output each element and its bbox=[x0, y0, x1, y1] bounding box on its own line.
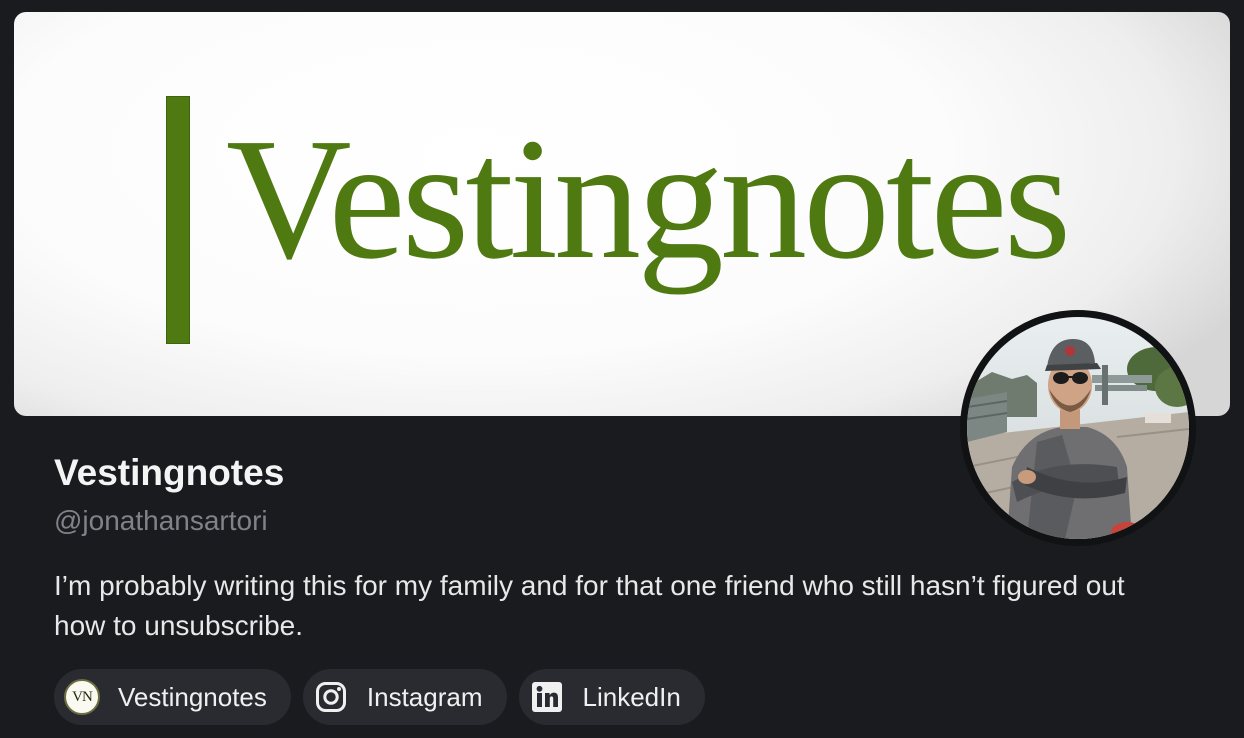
profile-page: Vestingnotes Vestingnotes @jonathansarto… bbox=[0, 0, 1244, 738]
banner-accent-bar bbox=[166, 96, 190, 344]
banner-wordmark: Vestingnotes bbox=[226, 102, 1071, 295]
link-vestingnotes[interactable]: VN Vestingnotes bbox=[54, 669, 291, 725]
link-label: LinkedIn bbox=[582, 681, 681, 712]
vn-logo-text: VN bbox=[64, 679, 100, 715]
link-label: Vestingnotes bbox=[118, 681, 267, 712]
link-label: Instagram bbox=[366, 681, 483, 712]
user-handle[interactable]: @jonathansartori bbox=[54, 505, 268, 537]
linkedin-icon bbox=[527, 677, 567, 717]
link-linkedin[interactable]: LinkedIn bbox=[518, 669, 705, 725]
vn-logo-icon: VN bbox=[62, 677, 102, 717]
link-instagram[interactable]: Instagram bbox=[302, 669, 507, 725]
avatar[interactable] bbox=[960, 310, 1196, 546]
social-links: VN Vestingnotes Instagram LinkedIn bbox=[54, 669, 705, 725]
instagram-icon bbox=[311, 677, 351, 717]
publication-name: Vestingnotes bbox=[54, 452, 285, 493]
profile-bio: I’m probably writing this for my family … bbox=[54, 570, 1125, 641]
avatar-photo bbox=[967, 317, 1189, 539]
